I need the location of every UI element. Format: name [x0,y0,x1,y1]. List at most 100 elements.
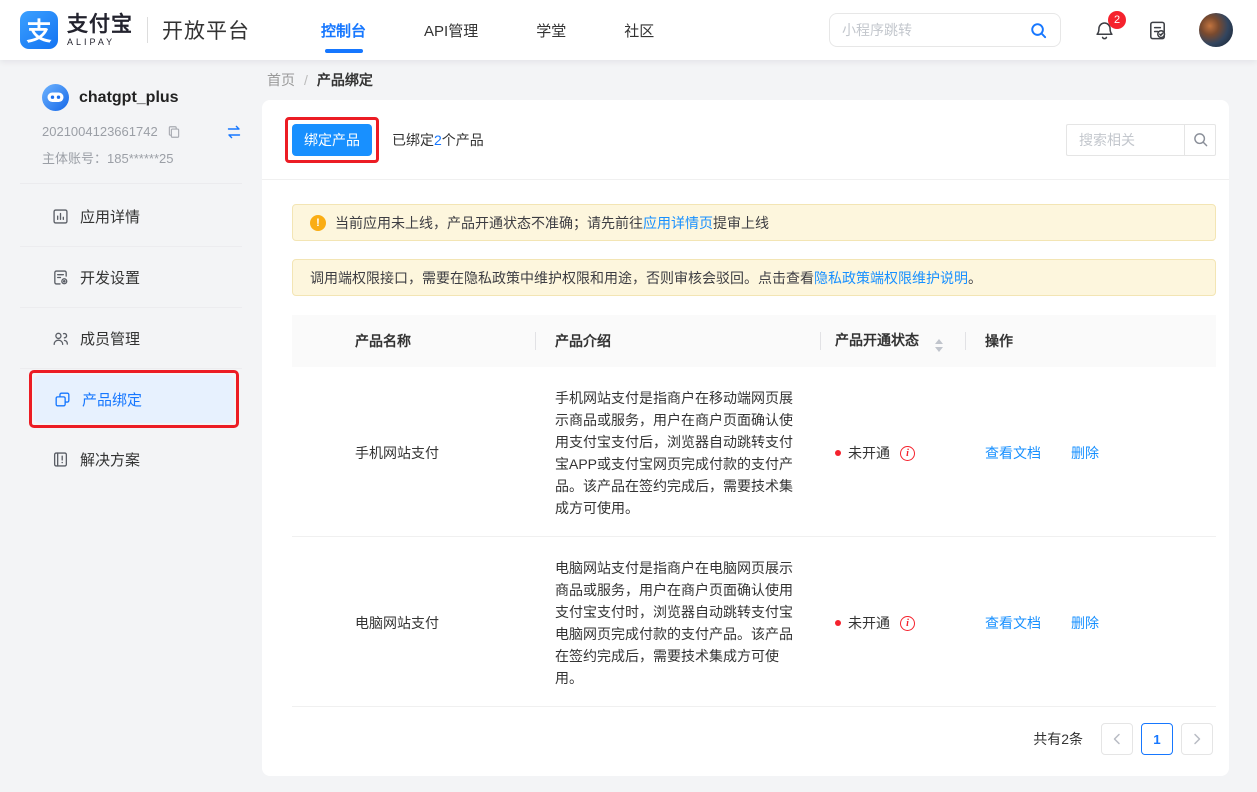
pagination: 共有2条 1 [292,723,1216,755]
app-name: chatgpt_plus [79,89,179,107]
alert-privacy-policy: 调用端权限接口，需要在隐私政策中维护权限和用途，否则审核会驳回。点击查看隐私政策… [292,259,1216,296]
header-icons: 2 [1093,13,1233,47]
alert-app-offline: 当前应用未上线，产品开通状态不准确；请先前往应用详情页提审上线 [292,204,1216,241]
header-product-name: 产品名称 [292,331,535,351]
table-row: 电脑网站支付 电脑网站支付是指商户在电脑网页展示商品或服务，用户在商户页面确认使… [292,537,1216,707]
delete-link[interactable]: 删除 [1071,613,1099,633]
status-info-icon[interactable] [900,446,915,461]
header-search[interactable] [829,13,1061,47]
table-search-input[interactable] [1066,124,1184,156]
app-id: 2021004123661742 [42,124,158,139]
view-doc-link[interactable]: 查看文档 [985,613,1041,633]
breadcrumb-current: 产品绑定 [317,70,373,90]
row-actions: 查看文档 删除 [965,613,1216,633]
view-doc-link[interactable]: 查看文档 [985,443,1041,463]
product-binding-card: 绑定产品 已绑定2个产品 [262,100,1229,776]
copy-icon[interactable] [167,125,181,139]
switch-app-icon[interactable] [226,125,242,139]
bind-product-button[interactable]: 绑定产品 [292,124,372,156]
header-product-status-label: 产品开通状态 [835,332,919,348]
status-dot [835,450,841,456]
status-dot [835,620,841,626]
table-header: 产品名称 产品介绍 产品开通状态 操作 [292,315,1216,367]
header-product-intro: 产品介绍 [535,331,820,351]
alert-text: 提审上线 [713,213,769,233]
pagination-next-button[interactable] [1181,723,1213,755]
status-text: 未开通 [848,613,890,633]
sidebar-item-dev-settings[interactable]: 开发设置 [20,247,242,307]
brand-name: 支付宝 [67,14,133,35]
members-icon [52,330,69,347]
breadcrumb-home[interactable]: 首页 [267,70,295,90]
sidebar-item-label: 产品绑定 [82,389,142,410]
product-binding-icon [54,391,71,408]
product-description: 手机网站支付是指商户在移动端网页展示商品或服务，用户在商户页面确认使用支付宝支付… [535,387,820,519]
sidebar-menu: 应用详情 开发设置 [20,186,242,489]
sort-control[interactable] [935,339,943,352]
dev-settings-icon [52,269,69,286]
header-search-input[interactable] [842,22,1029,38]
notifications-button[interactable]: 2 [1093,19,1116,42]
alert-link-app-detail[interactable]: 应用详情页 [643,213,713,233]
alipay-logo-icon: 支 [20,11,58,49]
sidebar-item-product-binding[interactable]: 产品绑定 [34,375,234,423]
alert-text: 当前应用未上线，产品开通状态不准确；请先前往 [335,213,643,233]
notification-badge: 2 [1108,11,1126,29]
nav-console[interactable]: 控制台 [292,0,395,60]
product-status: 未开通 [820,443,965,463]
breadcrumb-separator: / [304,72,308,88]
sidebar-divider [20,183,242,184]
nav-academy[interactable]: 学堂 [507,0,595,60]
alipay-logo-glyph: 支 [26,12,51,48]
bound-summary: 已绑定2个产品 [392,130,484,150]
top-header: 支 支付宝 ALIPAY 开放平台 控制台 API管理 学堂 社区 [0,0,1257,60]
alert-text: 。 [968,268,982,288]
header-actions: 操作 [965,331,1216,351]
pagination-page-1[interactable]: 1 [1141,723,1173,755]
platform-title: 开放平台 [162,15,250,45]
sidebar-item-solutions[interactable]: 解决方案 [20,429,242,489]
header-product-status: 产品开通状态 [820,330,965,352]
tasks-button[interactable] [1146,19,1169,42]
alert-text: 调用端权限接口，需要在隐私政策中维护权限和用途，否则审核会驳回。点击查看 [310,268,814,288]
pagination-current-page: 1 [1153,732,1160,747]
status-info-icon[interactable] [900,616,915,631]
bound-suffix: 个产品 [442,132,484,148]
bound-count: 2 [434,132,442,148]
alipay-brand: 支付宝 ALIPAY [67,14,133,47]
header-divider [147,17,148,43]
warning-icon [310,215,326,231]
bind-product-button-label: 绑定产品 [304,132,360,148]
sidebar-item-label: 解决方案 [80,449,140,470]
table-search-button[interactable] [1184,124,1216,156]
main-content: 首页 / 产品绑定 绑定产品 已绑定2个产品 [262,60,1229,792]
user-avatar[interactable] [1199,13,1233,47]
nav-api-management[interactable]: API管理 [395,0,507,60]
sidebar-item-members[interactable]: 成员管理 [20,308,242,368]
table-search [1066,124,1216,156]
alipay-logo[interactable]: 支 支付宝 ALIPAY [20,11,133,49]
sort-asc-icon [935,339,943,344]
clipboard-check-icon [1146,19,1169,42]
alert-link-privacy-doc[interactable]: 隐私政策端权限维护说明 [814,268,968,288]
card-header: 绑定产品 已绑定2个产品 [262,100,1229,180]
app-avatar-icon [42,84,69,111]
product-table: 产品名称 产品介绍 产品开通状态 操作 手机网站支付 手机网站支付是指商户在移动… [292,315,1216,707]
top-nav: 控制台 API管理 学堂 社区 [292,0,683,60]
delete-link[interactable]: 删除 [1071,443,1099,463]
search-icon [1192,131,1209,148]
nav-community[interactable]: 社区 [595,0,683,60]
status-text: 未开通 [848,443,890,463]
search-icon[interactable] [1029,21,1048,40]
menu-divider [20,368,242,369]
pagination-prev-button[interactable] [1101,723,1133,755]
sidebar-item-app-detail[interactable]: 应用详情 [20,186,242,246]
product-name: 电脑网站支付 [292,613,535,633]
solutions-icon [52,451,69,468]
chevron-right-icon [1192,733,1202,745]
breadcrumb: 首页 / 产品绑定 [262,60,1229,100]
sidebar-item-label: 应用详情 [80,206,140,227]
sidebar-item-label: 开发设置 [80,267,140,288]
product-name: 手机网站支付 [292,443,535,463]
product-description: 电脑网站支付是指商户在电脑网页展示商品或服务，用户在商户页面确认使用支付宝支付时… [535,557,820,689]
